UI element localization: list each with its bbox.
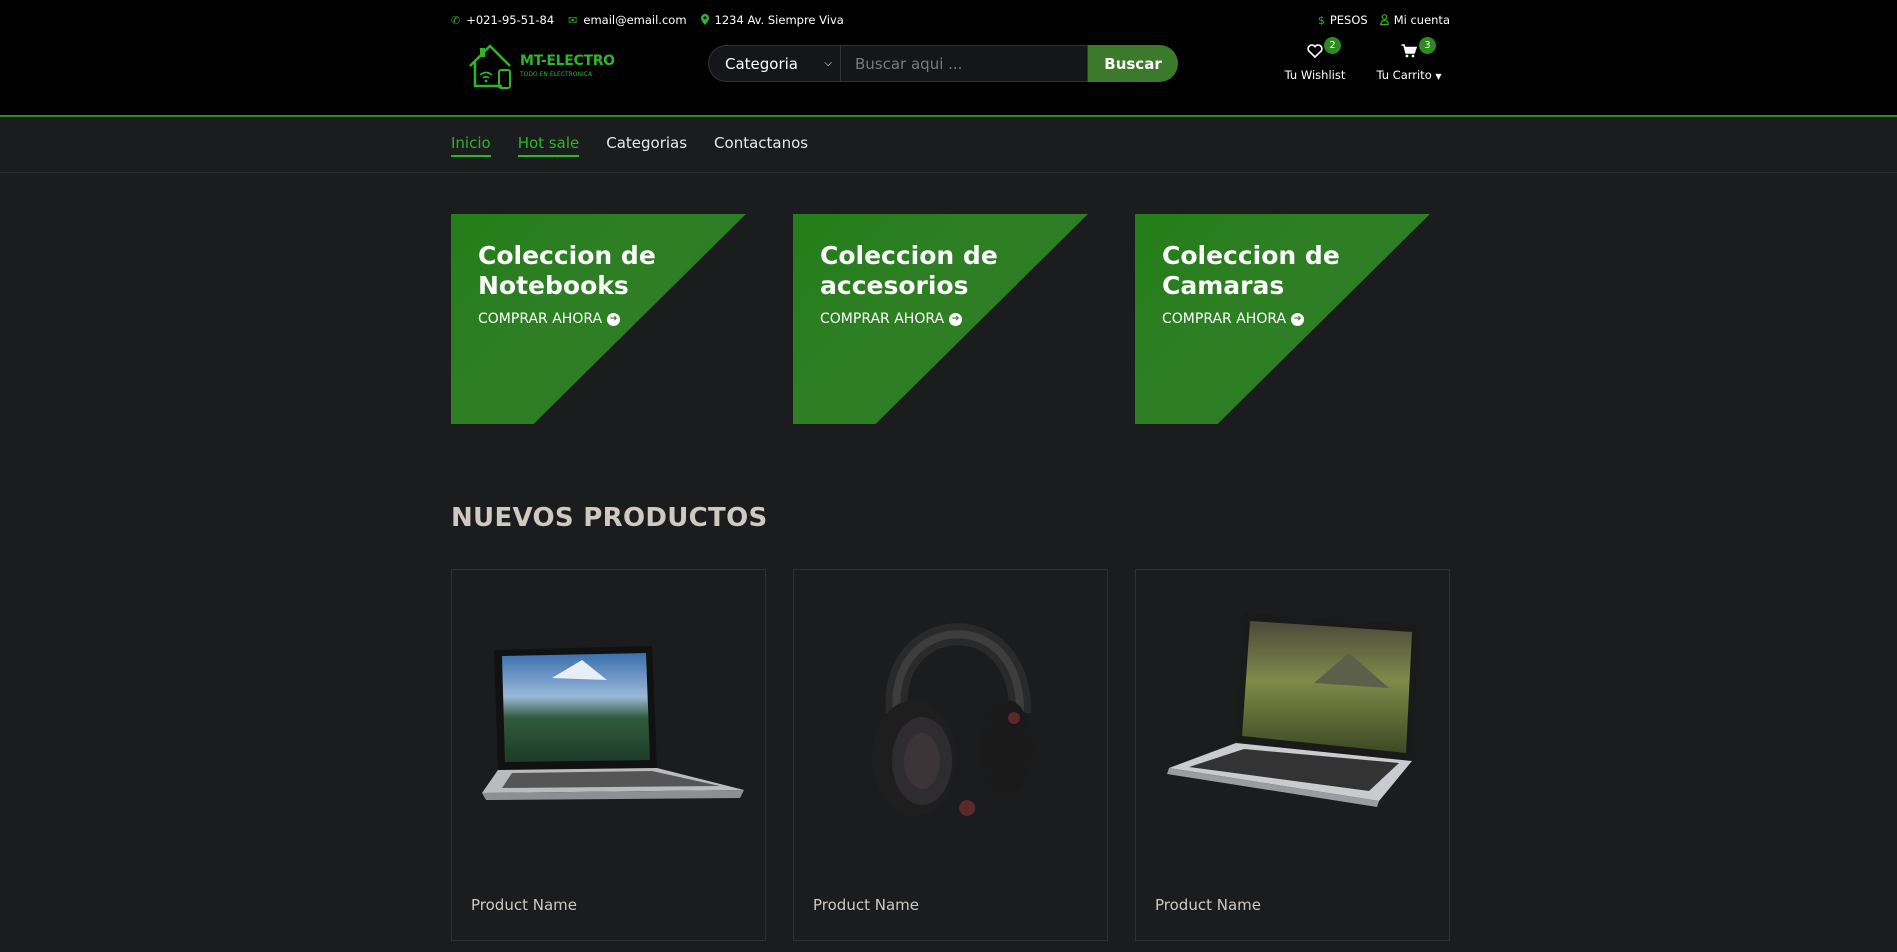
main-nav: Inicio Hot sale Categorias Contactanos xyxy=(0,119,1897,173)
shop-now-link[interactable]: COMPRAR AHORA ➔ xyxy=(478,311,621,327)
nav-item-hot-sale[interactable]: Hot sale xyxy=(517,134,580,157)
address-text: 1234 Av. Siempre Viva xyxy=(714,13,844,27)
email-link[interactable]: ✉ email@email.com xyxy=(568,13,686,27)
category-select-value: Categoria xyxy=(725,54,799,73)
product-card[interactable]: Product Name xyxy=(451,569,766,941)
nav-item-inicio[interactable]: Inicio xyxy=(451,134,491,157)
headphones-image[interactable] xyxy=(814,590,1089,825)
search-button[interactable]: Buscar xyxy=(1088,45,1178,82)
collection-notebooks[interactable]: Coleccion de Notebooks COMPRAR AHORA ➔ xyxy=(451,214,746,424)
nav-item-contactanos[interactable]: Contactanos xyxy=(714,134,808,157)
arrow-circle-right-icon: ➔ xyxy=(1291,312,1305,326)
search-input[interactable] xyxy=(841,45,1088,82)
shop-now-label: COMPRAR AHORA xyxy=(1162,311,1287,327)
top-header: ✆ +021-95-51-84 ✉ email@email.com 1234 A… xyxy=(0,0,1897,117)
product-name[interactable]: Product Name xyxy=(813,896,919,914)
collection-title: Coleccion de Camaras xyxy=(1162,241,1340,300)
account-bar: $ PESOS Mi cuenta xyxy=(1318,13,1450,27)
arrow-circle-right-icon: ➔ xyxy=(607,312,621,326)
email-text: email@email.com xyxy=(583,13,687,27)
category-select[interactable]: Categoria ⌵ xyxy=(708,45,841,82)
laptop-image[interactable] xyxy=(1156,590,1431,825)
product-name[interactable]: Product Name xyxy=(1155,896,1261,914)
cart-dropdown[interactable]: 3 Tu Carrito ▼ xyxy=(1375,37,1443,82)
product-card[interactable]: Product Name xyxy=(793,569,1108,941)
collection-title: Coleccion de accesorios xyxy=(820,241,998,300)
wishlist-link[interactable]: 2 Tu Wishlist xyxy=(1283,37,1347,82)
collection-camaras[interactable]: Coleccion de Camaras COMPRAR AHORA ➔ xyxy=(1135,214,1430,424)
map-marker-icon xyxy=(700,13,709,27)
dollar-icon: $ xyxy=(1317,13,1325,27)
collection-title: Coleccion de Notebooks xyxy=(478,241,656,300)
shop-now-link[interactable]: COMPRAR AHORA ➔ xyxy=(820,311,963,327)
currency-link[interactable]: $ PESOS xyxy=(1318,13,1368,27)
phone-link[interactable]: ✆ +021-95-51-84 xyxy=(451,13,554,27)
shop-now-label: COMPRAR AHORA xyxy=(820,311,945,327)
shop-now-label: COMPRAR AHORA xyxy=(478,311,603,327)
product-name[interactable]: Product Name xyxy=(471,896,577,914)
address-link[interactable]: 1234 Av. Siempre Viva xyxy=(700,13,844,27)
contact-bar: ✆ +021-95-51-84 ✉ email@email.com 1234 A… xyxy=(451,13,844,27)
laptop-image[interactable] xyxy=(472,590,747,825)
wishlist-label: Tu Wishlist xyxy=(1284,68,1346,82)
envelope-icon: ✉ xyxy=(568,13,578,27)
user-icon xyxy=(1379,13,1389,27)
nav-item-categorias[interactable]: Categorias xyxy=(606,134,687,157)
shop-now-link[interactable]: COMPRAR AHORA ➔ xyxy=(1162,311,1305,327)
cart-count-badge: 3 xyxy=(1419,37,1436,54)
logo[interactable]: MT-ELECTRO TODO EN ELECTRONICA xyxy=(466,42,616,92)
nav-list: Inicio Hot sale Categorias Contactanos xyxy=(451,134,808,157)
house-logo-icon xyxy=(469,44,511,89)
section-title: NUEVOS PRODUCTOS xyxy=(451,503,768,533)
my-account-text: Mi cuenta xyxy=(1393,13,1450,27)
phone-icon: ✆ xyxy=(451,13,461,27)
arrow-circle-right-icon: ➔ xyxy=(949,312,963,326)
search-form: Categoria ⌵ Buscar xyxy=(708,45,1178,82)
currency-text: PESOS xyxy=(1329,13,1368,27)
logo-tagline: TODO EN ELECTRONICA xyxy=(520,71,593,78)
phone-text: +021-95-51-84 xyxy=(466,13,555,27)
wishlist-count-badge: 2 xyxy=(1324,37,1341,54)
product-card[interactable]: Product Name xyxy=(1135,569,1450,941)
my-account-link[interactable]: Mi cuenta xyxy=(1379,13,1450,27)
collection-accesorios[interactable]: Coleccion de accesorios COMPRAR AHORA ➔ xyxy=(793,214,1088,424)
caret-down-icon: ▼ xyxy=(1435,72,1442,81)
logo-name: MT-ELECTRO xyxy=(520,53,615,69)
cart-label: Tu Carrito xyxy=(1376,68,1432,82)
chevron-down-icon: ⌵ xyxy=(824,58,832,69)
